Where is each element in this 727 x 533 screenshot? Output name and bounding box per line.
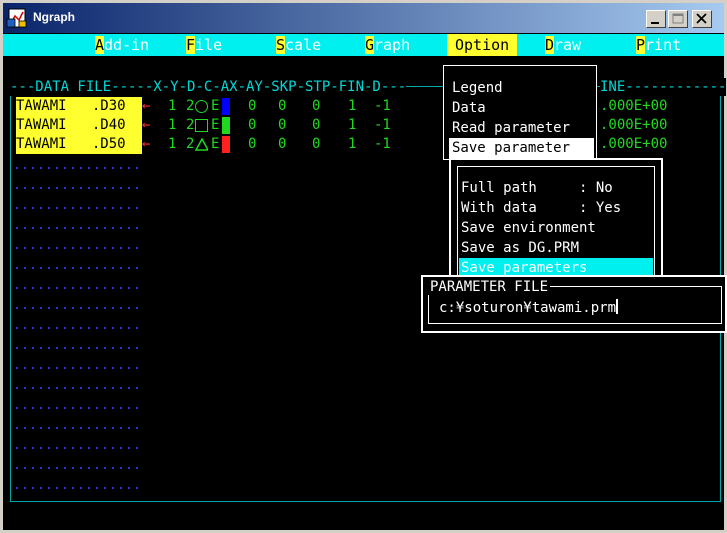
save-menu-with-data[interactable]: With data : Yes xyxy=(461,198,621,218)
column-header: ---DATA FILE-----X-Y-D-C-AX-AY-SKP-STP-F… xyxy=(10,78,407,96)
empty-file-slot[interactable] xyxy=(16,187,140,189)
menu-bar: Add-in File Scale Graph Option Draw Prin… xyxy=(3,34,724,56)
option-menu-read-parameter[interactable]: Read parameter xyxy=(452,118,570,138)
menu-add-in[interactable]: Add-in xyxy=(95,34,157,56)
maximize-icon xyxy=(672,13,684,24)
menu-file[interactable]: File xyxy=(186,34,230,56)
empty-file-slot[interactable] xyxy=(16,407,140,409)
maximize-button[interactable] xyxy=(668,10,688,28)
minimize-icon xyxy=(651,22,659,24)
option-menu-legend[interactable]: Legend xyxy=(452,78,503,98)
empty-file-slot[interactable] xyxy=(16,487,140,489)
file-name[interactable]: TAWAMI .D40 xyxy=(16,116,142,135)
app-window: Ngraph Add-in File Scale Graph Option Dr… xyxy=(0,0,727,533)
column-header-right: INE------------ xyxy=(600,78,727,96)
left-arrow-icon: ← xyxy=(142,117,151,133)
empty-file-slot[interactable] xyxy=(16,427,140,429)
empty-file-slot[interactable] xyxy=(16,347,140,349)
title-bar[interactable]: Ngraph xyxy=(3,3,724,33)
color-swatch xyxy=(222,117,230,134)
minimize-button[interactable] xyxy=(646,10,666,28)
parameter-file-input[interactable]: c:¥soturon¥tawami.prm xyxy=(439,299,619,317)
menu-graph[interactable]: Graph xyxy=(365,34,418,56)
option-menu-data[interactable]: Data xyxy=(452,98,486,118)
triangle-mark-icon xyxy=(195,138,208,151)
empty-file-slot[interactable] xyxy=(16,367,140,369)
file-name[interactable]: TAWAMI .D30 xyxy=(16,97,142,116)
square-mark-icon xyxy=(195,119,208,132)
menu-scale[interactable]: Scale xyxy=(276,34,329,56)
window-title: Ngraph xyxy=(33,10,75,24)
option-menu-save-parameter[interactable]: Save parameter xyxy=(449,138,594,158)
line-value: .000E+00 xyxy=(600,98,668,114)
save-menu-save-environment[interactable]: Save environment xyxy=(461,218,596,238)
close-icon xyxy=(696,13,707,24)
menu-draw[interactable]: Draw xyxy=(545,34,589,56)
color-swatch xyxy=(222,136,230,153)
empty-file-slot[interactable] xyxy=(16,327,140,329)
ngraph-app-icon[interactable] xyxy=(6,7,28,29)
empty-file-slot[interactable] xyxy=(16,387,140,389)
option-menu: Legend Data Read parameter Save paramete… xyxy=(443,65,597,160)
close-button[interactable] xyxy=(692,10,712,28)
empty-file-slot[interactable] xyxy=(16,207,140,209)
text-cursor xyxy=(616,299,619,314)
menu-print[interactable]: Print xyxy=(636,34,689,56)
circle-mark-icon xyxy=(195,100,208,113)
save-parameter-menu: Full path : No With data : Yes Save envi… xyxy=(449,158,663,288)
menu-option[interactable]: Option xyxy=(447,34,518,56)
empty-file-slot[interactable] xyxy=(16,267,140,269)
left-arrow-icon: ← xyxy=(142,98,151,114)
line-value: .000E+00 xyxy=(600,136,668,152)
empty-file-slot[interactable] xyxy=(16,167,140,169)
color-swatch xyxy=(222,98,230,115)
parameter-file-dialog: PARAMETER FILE c:¥soturon¥tawami.prm xyxy=(421,275,727,333)
line-value: .000E+00 xyxy=(600,117,668,133)
empty-file-slot[interactable] xyxy=(16,307,140,309)
left-arrow-icon: ← xyxy=(142,136,151,152)
empty-file-slot[interactable] xyxy=(16,247,140,249)
save-menu-save-as-dg-prm[interactable]: Save as DG.PRM xyxy=(461,238,579,258)
empty-file-slot[interactable] xyxy=(16,467,140,469)
empty-file-slot[interactable] xyxy=(16,287,140,289)
empty-file-slot[interactable] xyxy=(16,227,140,229)
empty-file-slot[interactable] xyxy=(16,447,140,449)
file-name[interactable]: TAWAMI .D50 xyxy=(16,135,142,154)
parameter-file-label: PARAMETER FILE xyxy=(428,279,551,295)
save-menu-full-path[interactable]: Full path : No xyxy=(461,178,613,198)
